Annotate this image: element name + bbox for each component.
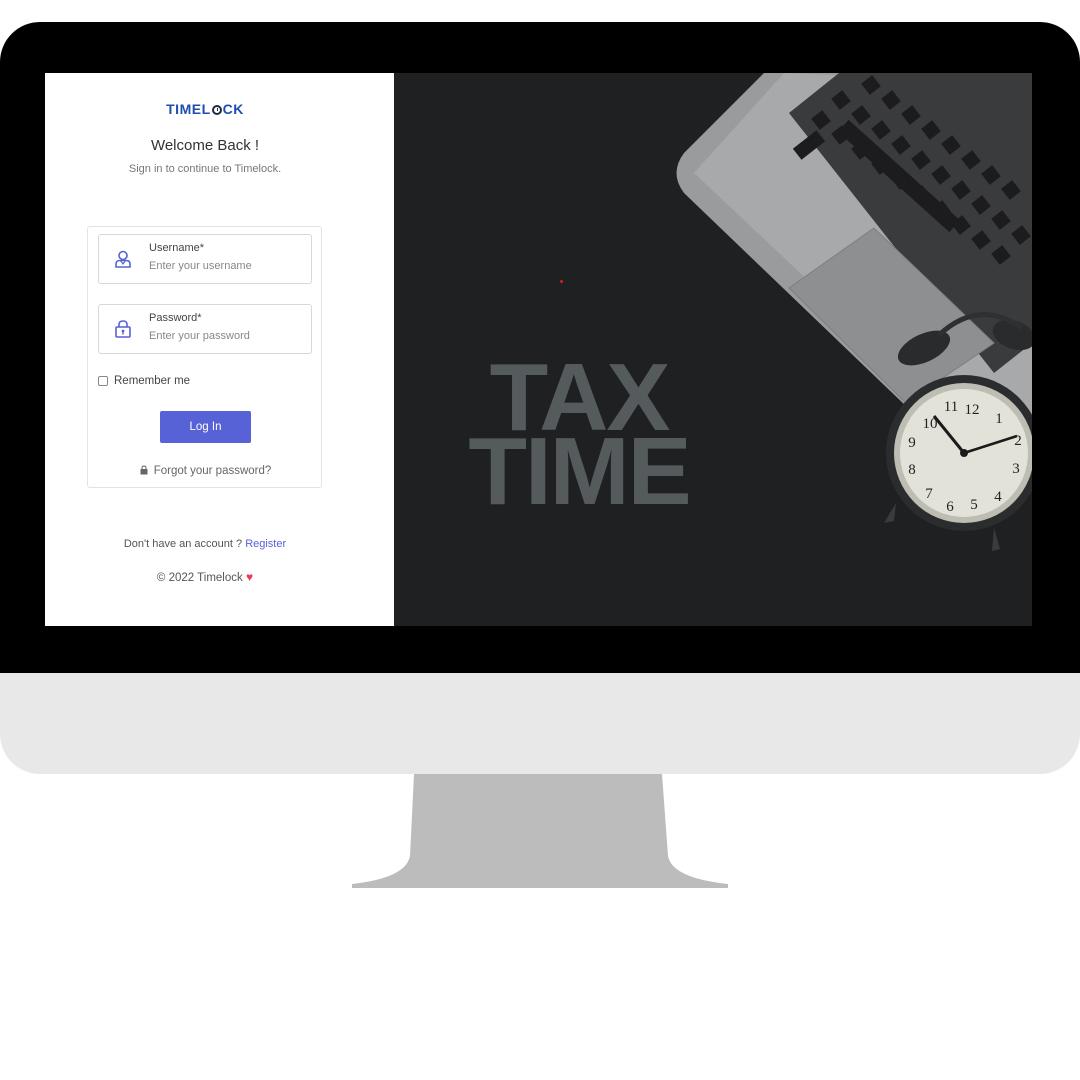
register-link[interactable]: Register — [245, 538, 286, 550]
login-panel: TIMEL CK Welcome Back ! Sign in to contin… — [45, 73, 394, 626]
heart-icon: ♥ — [245, 570, 254, 584]
svg-text:11: 11 — [944, 399, 958, 415]
timelock-logo: TIMEL CK — [166, 101, 244, 117]
svg-text:6: 6 — [946, 499, 954, 515]
alarm-clock-icon: 12 11 10 9 8 7 6 5 4 3 2 1 — [884, 312, 1032, 551]
login-form-card: Username* Password* Remember me Log In — [87, 226, 322, 488]
password-field[interactable]: Password* — [98, 304, 312, 354]
copyright: © 2022 Timelock ♥ — [156, 570, 254, 584]
password-input[interactable] — [149, 328, 299, 344]
username-field[interactable]: Username* — [98, 234, 312, 284]
lock-icon — [140, 465, 148, 475]
svg-text:5: 5 — [970, 497, 978, 513]
clock-logo-icon — [211, 105, 222, 115]
svg-text:3: 3 — [1012, 461, 1020, 477]
username-input[interactable] — [149, 258, 299, 274]
svg-text:7: 7 — [925, 486, 933, 502]
svg-text:1: 1 — [995, 411, 1003, 427]
register-prompt: Don't have an account ? Register — [123, 538, 287, 550]
monitor-stand — [352, 774, 728, 888]
svg-text:8: 8 — [908, 462, 916, 478]
remember-me[interactable]: Remember me — [98, 375, 190, 387]
login-button[interactable]: Log In — [160, 411, 251, 443]
svg-text:9: 9 — [908, 435, 916, 451]
welcome-heading: Welcome Back ! — [150, 137, 260, 154]
remember-checkbox[interactable] — [98, 376, 108, 386]
user-icon — [115, 250, 131, 268]
remember-label: Remember me — [114, 375, 191, 387]
lock-icon — [115, 320, 131, 338]
username-label: Username* — [149, 242, 205, 254]
forgot-password-link[interactable]: Forgot your password? — [88, 465, 323, 477]
password-label: Password* — [149, 312, 202, 324]
signin-subtitle: Sign in to continue to Timelock. — [128, 163, 282, 175]
monitor-chin — [0, 673, 1080, 774]
svg-text:4: 4 — [994, 489, 1002, 505]
hero-photo: TAX TIME 12 11 10 9 8 7 6 5 4 3 2 1 — [394, 73, 1032, 626]
screen: TIMEL CK Welcome Back ! Sign in to contin… — [45, 73, 1032, 626]
svg-text:12: 12 — [965, 402, 980, 418]
